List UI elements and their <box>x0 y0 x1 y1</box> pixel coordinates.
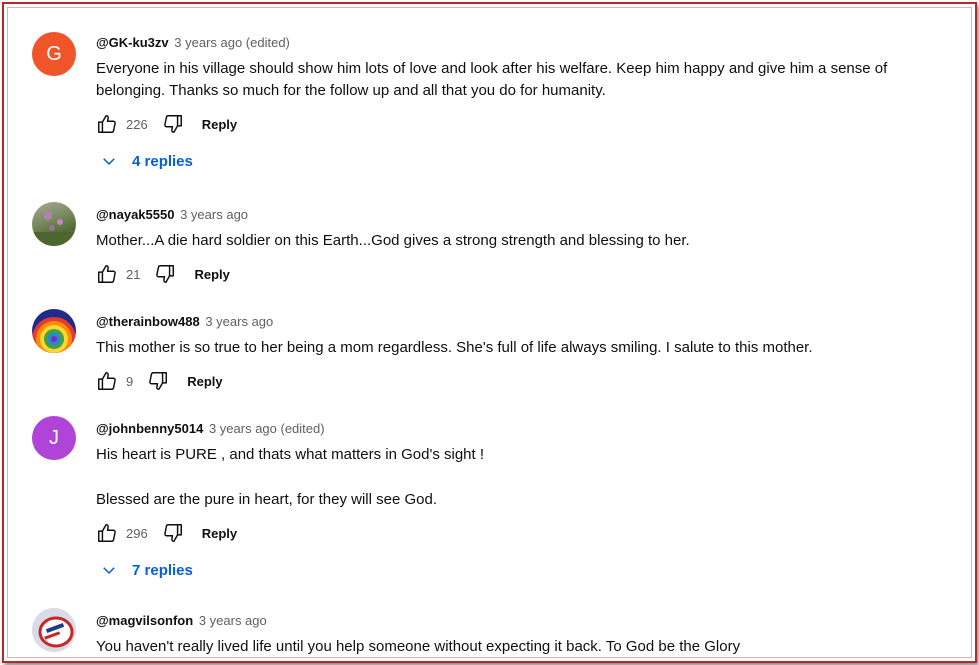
comment-text: Everyone in his village should show him … <box>96 58 955 102</box>
dislike-button[interactable] <box>162 522 184 544</box>
reply-button[interactable]: Reply <box>187 374 222 389</box>
dislike-button[interactable] <box>154 263 176 285</box>
author-handle[interactable]: @therainbow488 <box>96 314 200 329</box>
timestamp[interactable]: 3 years ago <box>180 207 248 222</box>
reply-button[interactable]: Reply <box>202 526 237 541</box>
sticker-photo-icon <box>32 608 76 652</box>
timestamp[interactable]: 3 years ago <box>199 613 267 628</box>
comment-content: @therainbow488 3 years ago This mother i… <box>96 313 955 395</box>
thumb-up-icon <box>98 265 116 283</box>
reply-button[interactable]: Reply <box>194 267 229 282</box>
like-count: 296 <box>126 525 148 541</box>
avatar[interactable]: J <box>32 416 76 460</box>
comment-content: @magvilsonfon 3 years ago You haven't re… <box>96 612 955 658</box>
comment-actions: 21 Reply <box>96 260 955 288</box>
comment-paragraph: This mother is so true to her being a mo… <box>96 339 813 356</box>
replies-label: 4 replies <box>132 152 193 170</box>
comment-content: @johnbenny5014 3 years ago (edited) His … <box>96 420 955 579</box>
chevron-down-icon <box>103 567 115 575</box>
avatar[interactable] <box>32 608 76 652</box>
avatar-letter: G <box>46 42 62 65</box>
thumb-down-icon <box>163 524 182 542</box>
flower-photo-icon <box>32 212 76 246</box>
thumb-up-icon <box>98 115 116 133</box>
comment-content: @GK-ku3zv 3 years ago (edited) Everyone … <box>96 34 955 170</box>
like-button[interactable] <box>96 113 118 135</box>
author-handle[interactable]: @GK-ku3zv <box>96 35 169 50</box>
comment-paragraph: Blessed are the pure in heart, for they … <box>96 491 438 508</box>
comment-meta: @GK-ku3zv 3 years ago (edited) <box>96 34 955 52</box>
comment-text: His heart is PURE , and thats what matte… <box>96 444 955 511</box>
comment-meta: @therainbow488 3 years ago <box>96 313 955 331</box>
like-count: 21 <box>126 266 141 282</box>
like-button[interactable] <box>96 263 118 285</box>
comment-paragraph: Everyone in his village should show him … <box>96 60 888 99</box>
avatar[interactable] <box>32 202 76 246</box>
comment-text: This mother is so true to her being a mo… <box>96 337 955 359</box>
avatar[interactable] <box>32 309 76 353</box>
timestamp[interactable]: 3 years ago <box>205 314 273 329</box>
view-replies-button[interactable]: 4 replies <box>100 152 955 170</box>
comment-paragraph: His heart is PURE , and thats what matte… <box>96 446 485 463</box>
dislike-button[interactable] <box>147 370 169 392</box>
thumb-down-icon <box>149 372 168 390</box>
thumb-up-icon <box>98 524 116 542</box>
thumb-down-icon <box>156 265 175 283</box>
comment-meta: @magvilsonfon 3 years ago <box>96 612 955 630</box>
comment-text: You haven't really lived life until you … <box>96 636 955 658</box>
comment-paragraph: You haven't really lived life until you … <box>96 638 741 655</box>
comment-text: Mother...A die hard soldier on this Eart… <box>96 230 955 252</box>
author-handle[interactable]: @nayak5550 <box>96 207 174 222</box>
like-count: 9 <box>126 373 134 389</box>
like-count: 226 <box>126 116 148 132</box>
comment-content: @nayak5550 3 years ago Mother...A die ha… <box>96 206 955 288</box>
thumb-down-icon <box>163 115 182 133</box>
timestamp[interactable]: 3 years ago (edited) <box>209 421 325 436</box>
like-button[interactable] <box>96 522 118 544</box>
reply-button[interactable]: Reply <box>202 117 237 132</box>
replies-label: 7 replies <box>132 561 193 579</box>
dislike-button[interactable] <box>162 113 184 135</box>
author-handle[interactable]: @magvilsonfon <box>96 613 193 628</box>
comment-meta: @johnbenny5014 3 years ago (edited) <box>96 420 955 438</box>
like-button[interactable] <box>96 370 118 392</box>
timestamp[interactable]: 3 years ago (edited) <box>174 35 290 50</box>
comment-paragraph: Mother...A die hard soldier on this Eart… <box>96 232 690 249</box>
comment-actions: 9 Reply <box>96 367 955 395</box>
rainbow-icon <box>32 317 76 353</box>
thumb-up-icon <box>98 372 116 390</box>
comment-actions: 296 Reply <box>96 519 955 547</box>
author-handle[interactable]: @johnbenny5014 <box>96 421 203 436</box>
avatar[interactable]: G <box>32 32 76 76</box>
comments-frame: G @GK-ku3zv 3 years ago (edited) Everyon… <box>2 2 977 663</box>
view-replies-button[interactable]: 7 replies <box>100 561 955 579</box>
chevron-down-icon <box>103 158 115 166</box>
avatar-letter: J <box>49 426 59 449</box>
comment-meta: @nayak5550 3 years ago <box>96 206 955 224</box>
comment-actions: 226 Reply <box>96 110 955 138</box>
